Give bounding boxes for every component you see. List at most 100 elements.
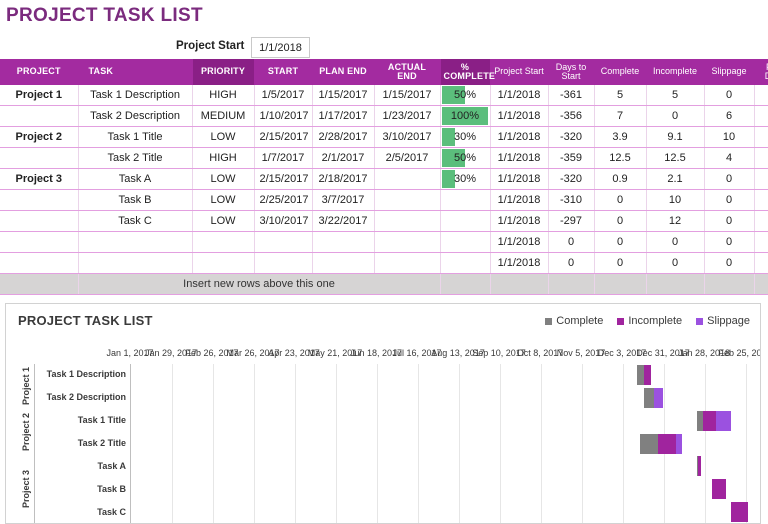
col-task[interactable]: TASK [78, 59, 192, 85]
col-project-start[interactable]: Project Start [490, 59, 548, 85]
cell-actual-end[interactable] [374, 190, 440, 211]
cell-start[interactable]: 1/10/2017 [254, 106, 312, 127]
cell-task[interactable]: Task B [78, 190, 192, 211]
col-complete[interactable]: Complete [594, 59, 646, 85]
cell-plan-end[interactable] [312, 253, 374, 274]
cell-calc-days-to-start: -361 [548, 85, 594, 106]
table-body: Project 1Task 1 DescriptionHIGH1/5/20171… [0, 85, 768, 295]
cell-actual-end[interactable]: 3/10/2017 [374, 127, 440, 148]
cell-plan-end[interactable] [312, 232, 374, 253]
cell-project[interactable] [0, 253, 78, 274]
cell-actual-end[interactable]: 1/15/2017 [374, 85, 440, 106]
x-tick-label: Feb 25, 2018 [718, 348, 761, 358]
cell-pct-complete[interactable]: 100% [440, 106, 490, 127]
cell-start[interactable]: 2/25/2017 [254, 190, 312, 211]
cell-plan-end[interactable]: 2/1/2017 [312, 148, 374, 169]
cell-pct-complete[interactable]: 50% [440, 85, 490, 106]
cell-actual-end[interactable] [374, 169, 440, 190]
cell-priority[interactable] [192, 253, 254, 274]
project-start-input[interactable]: 1/1/2018 [251, 37, 310, 58]
legend-item[interactable]: Complete [545, 315, 603, 327]
cell-task[interactable]: Task A [78, 169, 192, 190]
cell-start[interactable] [254, 232, 312, 253]
cell-start[interactable]: 3/10/2017 [254, 211, 312, 232]
chart-bar-segment [712, 479, 727, 499]
cell-plan-end[interactable]: 3/22/2017 [312, 211, 374, 232]
cell-priority[interactable]: LOW [192, 190, 254, 211]
cell-pct-complete[interactable] [440, 232, 490, 253]
cell-project[interactable]: Project 2 [0, 127, 78, 148]
legend-label: Incomplete [628, 315, 682, 327]
pct-label: 50% [446, 85, 485, 105]
cell-actual-end[interactable]: 2/5/2017 [374, 148, 440, 169]
cell-start[interactable] [254, 253, 312, 274]
cell-calc-slippage: 0 [704, 169, 754, 190]
cell-pct-complete[interactable] [440, 253, 490, 274]
cell-pct-complete[interactable]: 30% [440, 127, 490, 148]
cell-plan-end[interactable]: 2/28/2017 [312, 127, 374, 148]
cell-project[interactable] [0, 211, 78, 232]
col-actual-end[interactable]: ACTUAL END [374, 59, 440, 85]
col-incomplete[interactable]: Incomplete [646, 59, 704, 85]
cell-task[interactable]: Task C [78, 211, 192, 232]
cell-project[interactable]: Project 1 [0, 85, 78, 106]
cell-plan-end[interactable]: 1/15/2017 [312, 85, 374, 106]
col-plan-end[interactable]: PLAN END [312, 59, 374, 85]
cell-calc-slippage: 4 [704, 148, 754, 169]
cell-task[interactable]: Task 1 Description [78, 85, 192, 106]
cell-pct-complete[interactable]: 30% [440, 169, 490, 190]
cell-project[interactable] [0, 190, 78, 211]
insert-row-cell [754, 274, 768, 295]
cell-priority[interactable]: HIGH [192, 148, 254, 169]
cell-task[interactable]: Task 2 Title [78, 148, 192, 169]
cell-project[interactable] [0, 148, 78, 169]
cell-calc-slippage: 0 [704, 190, 754, 211]
cell-priority[interactable]: HIGH [192, 85, 254, 106]
chart-bar [131, 388, 745, 408]
cell-start[interactable]: 2/15/2017 [254, 127, 312, 148]
cell-plan-end[interactable]: 3/7/2017 [312, 190, 374, 211]
cell-actual-end[interactable] [374, 211, 440, 232]
cell-project[interactable] [0, 232, 78, 253]
cell-priority[interactable]: MEDIUM [192, 106, 254, 127]
cell-priority[interactable]: LOW [192, 211, 254, 232]
y-category-label: Task A [97, 461, 126, 471]
cell-start[interactable]: 1/7/2017 [254, 148, 312, 169]
chart-title: PROJECT TASK LIST [18, 313, 153, 328]
legend-item[interactable]: Incomplete [617, 315, 682, 327]
cell-actual-end[interactable] [374, 232, 440, 253]
legend-item[interactable]: Slippage [696, 315, 750, 327]
cell-priority[interactable]: LOW [192, 169, 254, 190]
cell-priority[interactable] [192, 232, 254, 253]
gantt-chart-card: PROJECT TASK LIST Complete Incomplete Slip… [5, 303, 761, 524]
chart-bar [131, 434, 745, 454]
cell-pct-complete[interactable]: 50% [440, 148, 490, 169]
col-priority[interactable]: PRIORITY [192, 59, 254, 85]
cell-actual-end[interactable]: 1/23/2017 [374, 106, 440, 127]
cell-priority[interactable]: LOW [192, 127, 254, 148]
cell-actual-end[interactable] [374, 253, 440, 274]
cell-task[interactable] [78, 253, 192, 274]
col-project[interactable]: PROJECT [0, 59, 78, 85]
cell-pct-complete[interactable] [440, 190, 490, 211]
col-plan-days[interactable]: Plan Days [754, 59, 768, 85]
col-start[interactable]: START [254, 59, 312, 85]
cell-calc-complete: 0 [594, 211, 646, 232]
cell-plan-end[interactable]: 1/17/2017 [312, 106, 374, 127]
col-pct-complete[interactable]: % COMPLETE [440, 59, 490, 85]
cell-plan-end[interactable]: 2/18/2017 [312, 169, 374, 190]
cell-project[interactable]: Project 3 [0, 169, 78, 190]
cell-calc-days-to-start: -356 [548, 106, 594, 127]
cell-pct-complete[interactable] [440, 211, 490, 232]
col-days-to-start[interactable]: Days to Start [548, 59, 594, 85]
cell-calc-project-start: 1/1/2018 [490, 169, 548, 190]
cell-start[interactable]: 2/15/2017 [254, 169, 312, 190]
cell-project[interactable] [0, 106, 78, 127]
cell-task[interactable] [78, 232, 192, 253]
col-slippage[interactable]: Slippage [704, 59, 754, 85]
pct-label: 30% [446, 169, 485, 189]
cell-task[interactable]: Task 1 Title [78, 127, 192, 148]
cell-task[interactable]: Task 2 Description [78, 106, 192, 127]
cell-calc-project-start: 1/1/2018 [490, 148, 548, 169]
cell-start[interactable]: 1/5/2017 [254, 85, 312, 106]
